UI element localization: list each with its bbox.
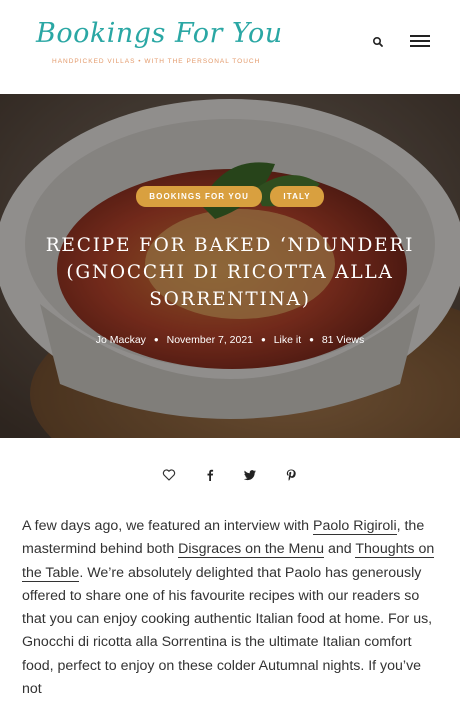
like-link[interactable]: Like it [274, 334, 301, 346]
hero-banner: BOOKINGS FOR YOU ITALY RECIPE FOR BAKED … [0, 94, 460, 438]
meta-separator: ● [260, 335, 266, 344]
meta-separator: ● [153, 335, 159, 344]
logo-text: Bookings For You [36, 18, 283, 49]
article-body: A few days ago, we featured an interview… [22, 515, 440, 701]
link-disgraces-on-the-menu[interactable]: Disgraces on the Menu [178, 541, 325, 559]
post-title: RECIPE FOR BAKED ‘NDUNDERI (GNOCCHI DI R… [45, 235, 415, 310]
view-count: 81 Views [321, 334, 365, 346]
paragraph-text: A few days ago, we featured an interview… [22, 518, 314, 534]
search-icon[interactable] [371, 35, 385, 49]
heart-icon[interactable] [162, 468, 176, 482]
site-logo[interactable]: Bookings For You HANDPICKED VILLAS • WIT… [36, 14, 283, 74]
category-badges: BOOKINGS FOR YOU ITALY [0, 186, 460, 207]
author-link[interactable]: Jo Mackay [96, 334, 146, 346]
post-meta: Jo Mackay ● November 7, 2021 ● Like it ●… [0, 334, 460, 346]
site-header: Bookings For You HANDPICKED VILLAS • WIT… [0, 0, 460, 94]
share-bar [0, 466, 460, 486]
category-badge-bookings[interactable]: BOOKINGS FOR YOU [136, 186, 262, 207]
meta-separator: ● [309, 335, 314, 344]
pinterest-icon[interactable] [284, 468, 298, 482]
article-paragraph: A few days ago, we featured an interview… [22, 515, 440, 701]
logo-tagline: HANDPICKED VILLAS • WITH THE PERSONAL TO… [52, 58, 261, 65]
twitter-icon[interactable] [243, 468, 257, 482]
paragraph-text: and [324, 541, 356, 558]
hamburger-menu-icon[interactable] [409, 32, 433, 52]
link-paolo-rigiroli[interactable]: Paolo Rigiroli [313, 518, 397, 535]
paragraph-text: . We’re absolutely delighted that Paolo … [22, 564, 433, 698]
facebook-icon[interactable] [203, 468, 217, 482]
post-date: November 7, 2021 [166, 334, 254, 346]
category-badge-italy[interactable]: ITALY [270, 186, 324, 207]
